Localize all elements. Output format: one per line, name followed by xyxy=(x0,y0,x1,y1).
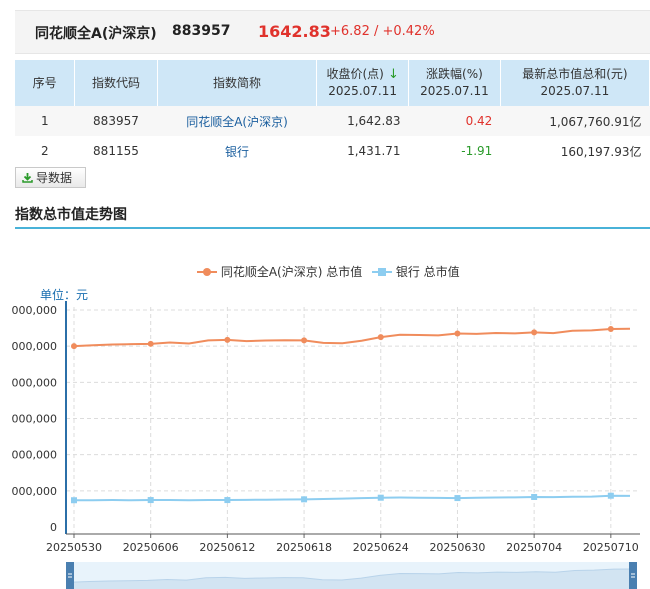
data-point xyxy=(301,337,308,344)
series-line xyxy=(74,494,631,502)
data-point xyxy=(71,497,77,504)
market-cap-chart: 0 000,000 000,000 000,000 000,000 000,000 000,… xyxy=(12,301,640,589)
navigator-handle[interactable] xyxy=(66,562,74,589)
y-tick-label: 000,000 xyxy=(12,304,58,317)
y-tick-label: 0 xyxy=(50,521,57,534)
x-tick-label: 20250530 xyxy=(46,541,102,554)
data-point xyxy=(531,493,538,500)
data-point xyxy=(531,329,538,336)
data-point xyxy=(607,325,614,332)
navigator-handle[interactable] xyxy=(629,562,637,589)
data-point xyxy=(224,336,231,343)
x-tick-label: 20250630 xyxy=(429,541,485,554)
data-point xyxy=(71,343,77,350)
data-point xyxy=(454,330,461,337)
x-tick-label: 20250704 xyxy=(506,541,562,554)
data-point xyxy=(147,340,154,347)
y-tick-label: 000,000 xyxy=(12,413,58,426)
data-point xyxy=(301,496,308,503)
data-point xyxy=(454,495,461,502)
x-tick-label: 20250612 xyxy=(199,541,255,554)
x-tick-label: 20250618 xyxy=(276,541,332,554)
x-tick-label: 20250624 xyxy=(353,541,409,554)
series-line xyxy=(73,327,631,348)
data-point xyxy=(224,497,231,504)
data-point xyxy=(607,492,614,499)
y-tick-label: 000,000 xyxy=(12,340,58,353)
y-tick-label: 000,000 xyxy=(12,449,58,462)
x-tick-label: 20250710 xyxy=(583,541,639,554)
y-tick-label: 000,000 xyxy=(12,376,58,389)
data-point xyxy=(147,497,154,504)
y-tick-label: 000,000 xyxy=(12,485,58,498)
data-point xyxy=(377,334,384,341)
data-point xyxy=(377,494,384,501)
x-tick-label: 20250606 xyxy=(123,541,179,554)
